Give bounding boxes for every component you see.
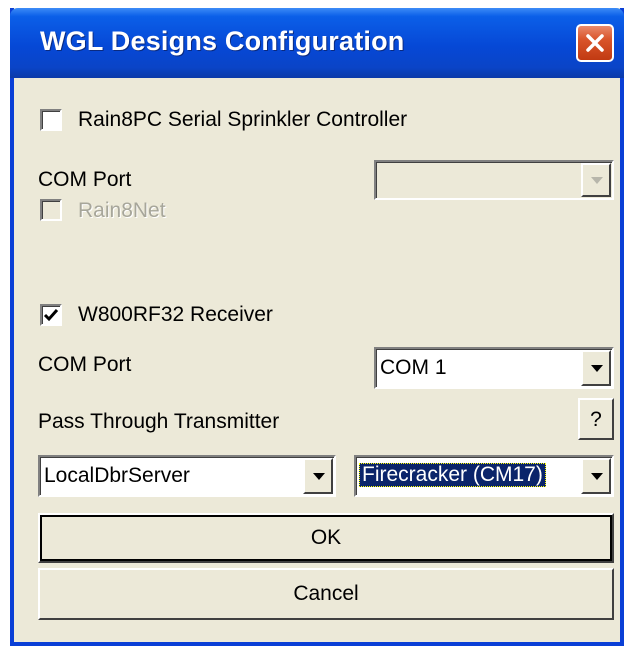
w800-com-port-dropdown[interactable]: COM 1: [374, 347, 614, 389]
ok-button-label: OK: [310, 526, 342, 549]
rain8-com-port-label: COM Port: [38, 168, 132, 191]
rain8pc-label: Rain8PC Serial Sprinkler Controller: [78, 108, 408, 131]
w800-com-port-value: COM 1: [380, 356, 447, 379]
chevron-down-icon: [591, 473, 603, 480]
chevron-down-icon: [313, 473, 325, 480]
title-bar[interactable]: WGL Designs Configuration: [10, 8, 624, 78]
rain8net-checkbox: [40, 199, 62, 221]
transmitter-dropdown[interactable]: Firecracker (CM17): [354, 455, 614, 497]
server-dropdown[interactable]: LocalDbrServer: [38, 455, 336, 497]
server-value: LocalDbrServer: [44, 464, 190, 487]
check-icon: [43, 309, 59, 322]
w800-com-port-dropdown-button[interactable]: [581, 350, 611, 386]
server-dropdown-button[interactable]: [303, 458, 333, 494]
close-button[interactable]: [576, 24, 614, 62]
rain8net-label: Rain8Net: [78, 199, 166, 222]
cancel-button-label: Cancel: [293, 582, 359, 605]
pass-through-label: Pass Through Transmitter: [38, 410, 280, 433]
w800rf32-checkbox[interactable]: [40, 304, 62, 326]
close-icon: [586, 34, 604, 52]
ok-button[interactable]: OK: [38, 513, 614, 563]
chevron-down-icon: [591, 365, 603, 372]
transmitter-dropdown-button[interactable]: [581, 458, 611, 494]
rain8pc-checkbox[interactable]: [40, 109, 62, 131]
w800-com-port-label: COM Port: [38, 353, 132, 376]
transmitter-value: Firecracker (CM17): [359, 463, 546, 487]
chevron-down-icon: [591, 177, 603, 184]
help-button-label: ?: [590, 408, 602, 431]
help-button[interactable]: ?: [578, 398, 614, 440]
cancel-button[interactable]: Cancel: [38, 568, 614, 620]
w800rf32-label: W800RF32 Receiver: [78, 303, 273, 326]
rain8-com-port-dropdown-button: [581, 163, 611, 197]
rain8-com-port-dropdown: [374, 160, 614, 200]
window-title: WGL Designs Configuration: [40, 26, 405, 56]
